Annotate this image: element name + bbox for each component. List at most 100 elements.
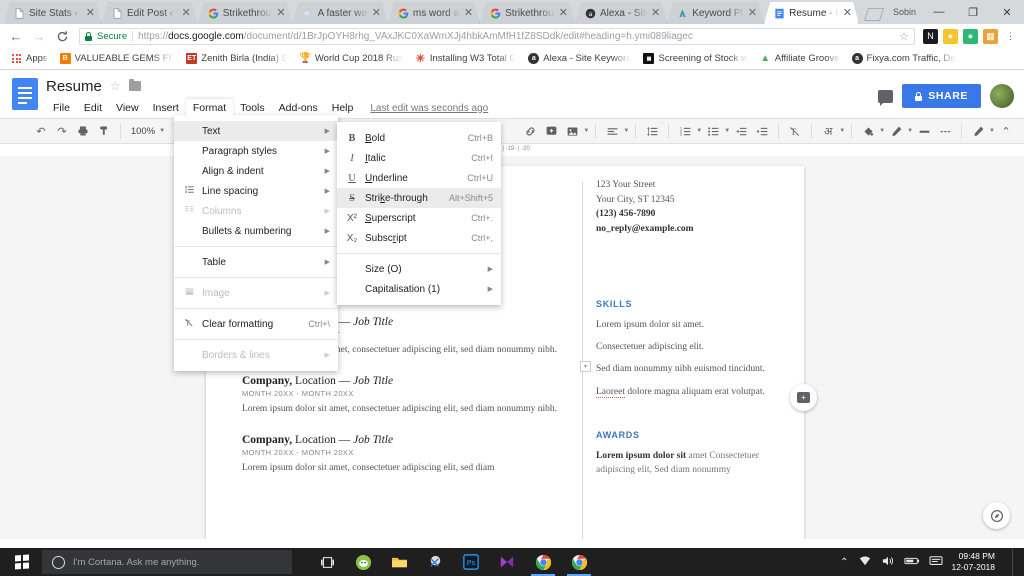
photoshop-icon[interactable]: Ps: [454, 548, 488, 576]
browser-tab[interactable]: ms word alt ✕: [388, 2, 480, 24]
last-edit-label[interactable]: Last edit was seconds ago: [370, 103, 488, 114]
document-title[interactable]: Resume: [46, 78, 102, 95]
comment-icon[interactable]: [878, 89, 894, 106]
bookmark-item[interactable]: ET Zenith Birla (India) S: [181, 51, 293, 66]
close-window-button[interactable]: ✕: [990, 0, 1024, 24]
bulleted-list-icon[interactable]: [703, 121, 723, 141]
file-explorer-icon[interactable]: [382, 548, 416, 576]
chevron-down-icon[interactable]: ▼: [724, 128, 730, 134]
bookmark-item[interactable]: ✳ Installing W3 Total C: [410, 51, 521, 66]
chevron-down-icon[interactable]: ▼: [839, 128, 845, 134]
battery-icon[interactable]: [903, 556, 920, 569]
close-icon[interactable]: ✕: [559, 8, 568, 19]
zoom-selector[interactable]: 100% ▼: [127, 121, 169, 141]
bookmark-apps[interactable]: Apps: [6, 51, 53, 66]
volume-icon[interactable]: [881, 555, 895, 570]
minimize-button[interactable]: —: [922, 0, 956, 24]
close-icon[interactable]: ✕: [86, 8, 95, 19]
chevron-down-icon[interactable]: ▼: [989, 128, 995, 134]
increase-indent-icon[interactable]: [752, 121, 772, 141]
submenu-item-superscript[interactable]: X² Superscript Ctrl+.: [337, 208, 501, 228]
show-hidden-icons[interactable]: ⌃: [840, 557, 848, 568]
snipping-tool-icon[interactable]: [418, 548, 452, 576]
menu-item-line-spacing[interactable]: Line spacing ▶: [174, 181, 338, 201]
menu-item-bullets-numbering[interactable]: Bullets & numbering ▶: [174, 221, 338, 241]
close-icon[interactable]: ✕: [843, 8, 852, 19]
bookmark-item[interactable]: a Fixya.com Traffic, De: [847, 51, 961, 66]
new-tab-button[interactable]: [861, 4, 887, 24]
paint-format-icon[interactable]: [94, 121, 114, 141]
wifi-icon[interactable]: [858, 555, 872, 570]
document-ruler[interactable]: | ·10 · | ·11 · | 12 · 3· | ·14· | ·15· …: [0, 144, 1024, 156]
bookmark-item[interactable]: B VALUEABLE GEMS FF: [55, 51, 180, 66]
chevron-down-icon[interactable]: ▼: [583, 128, 589, 134]
chevron-down-icon[interactable]: ▼: [907, 128, 913, 134]
print-icon[interactable]: [73, 121, 93, 141]
browser-tab[interactable]: Strikethroug ✕: [480, 2, 575, 24]
undo-icon[interactable]: ↶: [31, 121, 51, 141]
browser-tab[interactable]: Keyword Pla ✕: [667, 2, 764, 24]
chevron-down-icon[interactable]: ▼: [696, 128, 702, 134]
back-icon[interactable]: ←: [6, 26, 26, 46]
menu-item-clear-formatting[interactable]: T Clear formatting Ctrl+\: [174, 314, 338, 334]
bookmark-item[interactable]: a Alexa - Site Keyword: [523, 51, 636, 66]
notion-extension-icon[interactable]: N: [923, 28, 938, 44]
browser-tab[interactable]: Edit Post ‹ T ✕: [102, 2, 198, 24]
extension-icon[interactable]: ▦: [983, 28, 998, 44]
add-comment-button[interactable]: +: [790, 384, 817, 411]
menu-icon[interactable]: ⋮: [1003, 29, 1018, 44]
chevron-down-icon[interactable]: ▼: [879, 128, 885, 134]
menu-view[interactable]: View: [109, 99, 146, 117]
collapse-toolbar-icon[interactable]: ⌃: [996, 121, 1016, 141]
pen-color-icon[interactable]: [886, 121, 906, 141]
menu-format[interactable]: Format: [185, 99, 234, 117]
redo-icon[interactable]: ↷: [52, 121, 72, 141]
start-button[interactable]: [2, 548, 42, 576]
close-icon[interactable]: ✕: [182, 8, 191, 19]
bookmark-item[interactable]: ▲ Affiliate Groove: [755, 51, 845, 66]
browser-tab[interactable]: a Alexa - Site ✕: [575, 2, 667, 24]
menu-item-align-indent[interactable]: Align & indent ▶: [174, 161, 338, 181]
explore-button[interactable]: [983, 502, 1010, 529]
bookmark-star-icon[interactable]: ☆: [893, 30, 909, 43]
clear-formatting-icon[interactable]: T: [785, 121, 805, 141]
text-submenu[interactable]: B Bold Ctrl+B I Italic Ctrl+I U Underlin…: [337, 122, 501, 305]
close-icon[interactable]: ✕: [372, 8, 381, 19]
reload-icon[interactable]: [52, 26, 72, 46]
border-dash-icon[interactable]: [935, 121, 955, 141]
folder-icon[interactable]: [128, 79, 141, 91]
chevron-down-icon[interactable]: ▼: [623, 128, 629, 134]
notifications-icon[interactable]: [929, 555, 943, 570]
contact-block[interactable]: 123 Your Street Your City, ST 12345 (123…: [596, 178, 766, 237]
browser-tab[interactable]: Site Stats ‹ T ✕: [4, 2, 102, 24]
menu-edit[interactable]: Edit: [77, 99, 109, 117]
close-icon[interactable]: ✕: [464, 8, 473, 19]
submenu-item-strike-through[interactable]: S Strike-through Alt+Shift+5: [337, 188, 501, 208]
extension-icon[interactable]: ●: [943, 28, 958, 44]
task-view-button[interactable]: [310, 548, 344, 576]
edit-mode-icon[interactable]: [968, 121, 988, 141]
clock[interactable]: 09:48 PM 12-07-2018: [952, 551, 1003, 572]
menu-file[interactable]: File: [46, 99, 77, 117]
submenu-item-italic[interactable]: I Italic Ctrl+I: [337, 148, 501, 168]
line-spacing-icon[interactable]: [642, 121, 662, 141]
format-menu[interactable]: Text ▶ Paragraph styles ▶ Align & indent…: [174, 115, 338, 371]
bookmark-item[interactable]: 🏆 World Cup 2018 Rus: [295, 51, 408, 66]
align-icon[interactable]: [602, 121, 622, 141]
menu-item-table[interactable]: Table ▶: [174, 252, 338, 272]
browser-tab[interactable]: Strikethroug ✕: [198, 2, 293, 24]
show-desktop-button[interactable]: [1012, 548, 1016, 576]
language-icon[interactable]: अ: [818, 121, 838, 141]
numbered-list-icon[interactable]: 123: [675, 121, 695, 141]
signin-label[interactable]: Sobin: [887, 0, 922, 24]
close-icon[interactable]: ✕: [276, 8, 285, 19]
cortana-search-box[interactable]: I'm Cortana. Ask me anything.: [42, 550, 292, 574]
submenu-item-bold[interactable]: B Bold Ctrl+B: [337, 128, 501, 148]
bookmark-item[interactable]: ▦ Screening of Stock w: [638, 51, 752, 66]
insert-image-icon[interactable]: [562, 121, 582, 141]
insert-link-icon[interactable]: [520, 121, 540, 141]
forward-icon[interactable]: →: [29, 26, 49, 46]
add-comment-icon[interactable]: [541, 121, 561, 141]
fill-color-icon[interactable]: [858, 121, 878, 141]
address-bar[interactable]: Secure https://docs.google.com/document/…: [79, 27, 915, 45]
